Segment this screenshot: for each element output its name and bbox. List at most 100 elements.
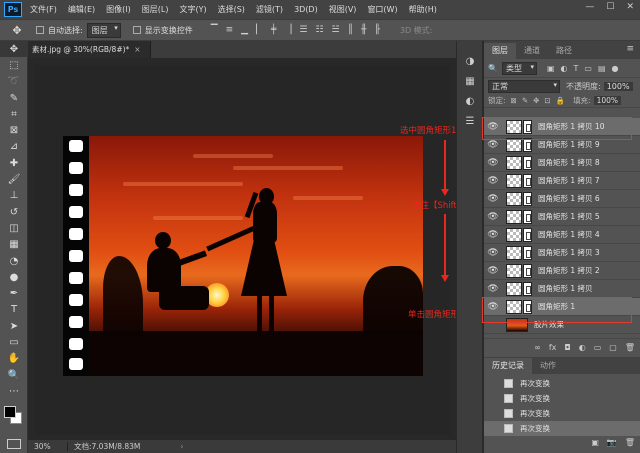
history-item[interactable]: 再次变换 (484, 391, 640, 406)
align-hcenter-icon[interactable]: ╪ (271, 25, 276, 35)
filter-smart-icon[interactable]: ▤ (598, 64, 606, 73)
color-swatches[interactable] (4, 406, 24, 426)
quick-mask-icon[interactable] (7, 439, 21, 449)
align-bottom-icon[interactable]: ▁ (241, 25, 248, 35)
visibility-eye-icon[interactable]: 👁 (484, 212, 502, 222)
adjustment-layer-icon[interactable]: ◐ (579, 343, 586, 352)
rectangle-tool-icon[interactable]: ▭ (0, 334, 28, 350)
distribute-vcenter-icon[interactable]: ☷ (315, 25, 323, 35)
link-layers-icon[interactable]: ∞ (534, 343, 541, 352)
layer-row[interactable]: 👁 圆角矩形 1 拷贝 5 (484, 208, 640, 226)
opacity-input[interactable]: 100% (603, 81, 633, 91)
minimize-button[interactable]: — (585, 2, 594, 12)
filter-pixel-icon[interactable]: ▣ (547, 64, 555, 73)
new-snapshot-icon[interactable]: 📷 (607, 438, 617, 453)
visibility-eye-icon[interactable]: 👁 (484, 230, 502, 240)
lock-transparent-icon[interactable]: ⊠ (511, 96, 517, 105)
menu-view[interactable]: 视图(V) (329, 4, 357, 15)
crop-tool-icon[interactable]: ⌗ (0, 106, 28, 122)
marquee-tool-icon[interactable]: ⬚ (0, 57, 28, 73)
panel-menu-icon[interactable]: ≡ (626, 44, 634, 54)
path-select-tool-icon[interactable]: ➤ (0, 318, 28, 334)
visibility-eye-icon[interactable]: 👁 (484, 248, 502, 258)
lock-all-icon[interactable]: 🔒 (556, 96, 565, 105)
color-panel-icon[interactable]: ◑ (457, 51, 483, 71)
layer-style-icon[interactable]: fx (549, 343, 557, 352)
zoom-level[interactable]: 30% (28, 442, 68, 451)
swatches-panel-icon[interactable]: ▦ (457, 71, 483, 91)
filter-shape-icon[interactable]: ▭ (584, 64, 592, 73)
auto-select-checkbox[interactable] (36, 26, 44, 34)
filter-adjustment-icon[interactable]: ◐ (561, 64, 568, 73)
tab-actions[interactable]: 动作 (532, 358, 564, 374)
clone-stamp-tool-icon[interactable]: ⊥ (0, 188, 28, 204)
menu-select[interactable]: 选择(S) (218, 4, 245, 15)
filter-type-icon[interactable]: T (574, 64, 579, 73)
layer-row[interactable]: 👁 圆角矩形 1 拷贝 8 (484, 154, 640, 172)
dodge-tool-icon[interactable]: ● (0, 269, 28, 285)
layer-row[interactable]: 👁 圆角矩形 1 拷贝 6 (484, 190, 640, 208)
properties-panel-icon[interactable]: ☰ (457, 111, 483, 131)
status-menu-icon[interactable]: › (180, 442, 183, 451)
history-item[interactable]: 再次变换 (484, 406, 640, 421)
delete-layer-icon[interactable]: 🗑 (625, 343, 635, 352)
add-mask-icon[interactable]: ◘ (564, 343, 570, 352)
move-tool-icon[interactable]: ✥ (0, 41, 28, 58)
visibility-eye-icon[interactable]: 👁 (484, 194, 502, 204)
zoom-tool-icon[interactable]: 🔍 (0, 367, 28, 383)
history-brush-tool-icon[interactable]: ↺ (0, 204, 28, 220)
blend-mode-dropdown[interactable]: 正常 (488, 79, 560, 93)
align-top-icon[interactable]: ▔ (211, 25, 218, 35)
distribute-top-icon[interactable]: ☰ (299, 25, 307, 35)
tab-history[interactable]: 历史记录 (484, 358, 532, 374)
frame-tool-icon[interactable]: ⊠ (0, 122, 28, 138)
visibility-eye-icon[interactable]: 👁 (484, 158, 502, 168)
filter-toggle-icon[interactable]: ● (612, 64, 619, 73)
adjustments-panel-icon[interactable]: ◐ (457, 91, 483, 111)
lasso-tool-icon[interactable]: ➰ (0, 74, 28, 90)
fill-input[interactable]: 100% (593, 96, 622, 105)
lock-image-icon[interactable]: ✎ (522, 96, 528, 105)
layer-row[interactable]: 👁 圆角矩形 1 拷贝 (484, 280, 640, 298)
hand-tool-icon[interactable]: ✋ (0, 351, 28, 367)
brush-tool-icon[interactable]: 🖌 (0, 171, 28, 187)
history-item[interactable]: 再次变换 (484, 376, 640, 391)
maximize-button[interactable]: ☐ (606, 2, 614, 12)
foreground-color-swatch[interactable] (4, 406, 16, 418)
visibility-eye-icon[interactable]: 👁 (484, 266, 502, 276)
distribute-hcenter-icon[interactable]: ╫ (361, 25, 366, 35)
menu-help[interactable]: 帮助(H) (409, 4, 437, 15)
menu-filter[interactable]: 滤镜(T) (256, 4, 283, 15)
auto-select-dropdown[interactable]: 图层 (86, 22, 121, 38)
layer-row[interactable]: 👁 圆角矩形 1 拷贝 2 (484, 262, 640, 280)
eraser-tool-icon[interactable]: ◫ (0, 220, 28, 236)
align-left-icon[interactable]: ▏ (256, 25, 263, 35)
move-tool-preset-icon[interactable]: ✥ (6, 24, 28, 37)
new-layer-icon[interactable]: ▢ (609, 343, 617, 352)
align-right-icon[interactable]: ▕ (284, 25, 291, 35)
distribute-right-icon[interactable]: ╟ (374, 25, 379, 35)
new-group-icon[interactable]: ▭ (594, 343, 602, 352)
menu-image[interactable]: 图像(I) (106, 4, 131, 15)
healing-brush-tool-icon[interactable]: ✚ (0, 155, 28, 171)
show-transform-checkbox[interactable] (132, 26, 141, 34)
document-close-icon[interactable]: × (134, 45, 140, 54)
distribute-left-icon[interactable]: ║ (348, 25, 353, 35)
menu-type[interactable]: 文字(Y) (179, 4, 206, 15)
visibility-eye-icon[interactable]: 👁 (484, 176, 502, 186)
layer-row[interactable]: 👁 圆角矩形 1 拷贝 4 (484, 226, 640, 244)
distribute-bottom-icon[interactable]: ☱ (332, 25, 340, 35)
blur-tool-icon[interactable]: ◔ (0, 253, 28, 269)
visibility-eye-icon[interactable]: 👁 (484, 140, 502, 150)
menu-file[interactable]: 文件(F) (30, 4, 57, 15)
layer-row[interactable]: 👁 圆角矩形 1 拷贝 3 (484, 244, 640, 262)
new-document-from-state-icon[interactable]: ▣ (591, 438, 599, 453)
document-tab[interactable]: 素材.jpg @ 30%(RGB/8#) * × (28, 41, 151, 58)
quick-select-tool-icon[interactable]: ✎ (0, 90, 28, 106)
history-item[interactable]: 再次变换 (484, 421, 640, 436)
menu-3d[interactable]: 3D(D) (294, 5, 318, 14)
tab-paths[interactable]: 路径 (548, 43, 580, 59)
layer-row[interactable]: 👁 圆角矩形 1 拷贝 7 (484, 172, 640, 190)
type-tool-icon[interactable]: T (0, 302, 28, 318)
more-tools-icon[interactable]: ⋯ (0, 383, 28, 399)
